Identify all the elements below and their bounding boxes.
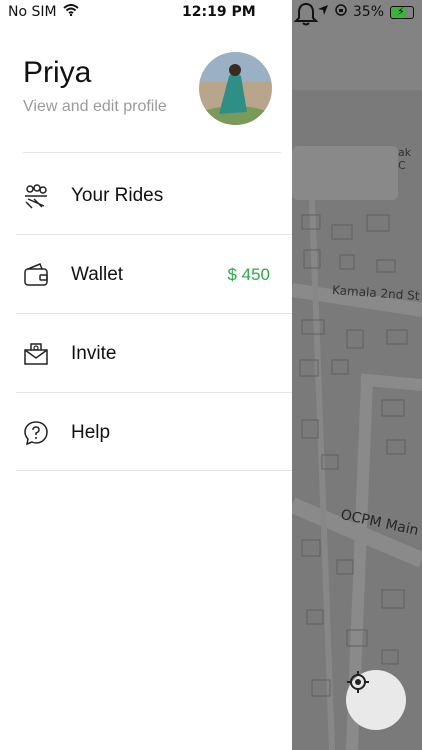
location-arrow-icon	[317, 4, 329, 20]
screen-lock-icon	[335, 4, 347, 20]
menu-label: Wallet	[71, 264, 124, 285]
carrier-label: No SIM	[8, 4, 57, 20]
side-drawer: Priya View and edit profile Your Rides W…	[0, 0, 292, 750]
status-left: No SIM	[8, 4, 79, 20]
invite-icon	[24, 343, 48, 365]
profile-name[interactable]: Priya	[23, 56, 91, 90]
battery-icon: ⚡	[390, 5, 414, 19]
status-bar: No SIM 12:19 PM 35% ⚡	[0, 0, 422, 24]
menu-label: Your Rides	[71, 185, 164, 206]
profile-divider	[23, 152, 281, 153]
locate-me-button[interactable]	[346, 670, 406, 730]
menu-divider	[16, 313, 292, 314]
status-right: 35% ⚡	[317, 4, 414, 20]
wifi-icon	[62, 4, 79, 20]
avatar[interactable]	[199, 52, 272, 125]
battery-label: 35%	[352, 4, 384, 20]
menu-label: Invite	[71, 343, 117, 364]
map-dim-overlay[interactable]	[292, 0, 422, 750]
menu-item-wallet[interactable]: Wallet $ 450	[16, 236, 292, 314]
crosshair-icon	[347, 671, 369, 693]
rides-icon	[25, 184, 47, 209]
menu-item-your-rides[interactable]: Your Rides	[16, 157, 292, 235]
menu-divider	[16, 470, 292, 471]
menu-item-invite[interactable]: Invite	[16, 315, 292, 393]
menu-item-help[interactable]: Help	[16, 394, 292, 472]
map-view[interactable]: Kamala 2nd St OCPM Main ak C	[292, 0, 422, 750]
menu-divider	[16, 392, 292, 393]
edit-profile-link[interactable]: View and edit profile	[23, 98, 167, 116]
avatar-photo	[199, 52, 272, 125]
wallet-balance: $ 450	[227, 265, 270, 284]
help-icon	[24, 421, 48, 446]
menu-divider	[16, 234, 292, 235]
status-time: 12:19 PM	[182, 4, 256, 20]
menu-label: Help	[71, 422, 111, 443]
wallet-icon	[24, 263, 48, 286]
